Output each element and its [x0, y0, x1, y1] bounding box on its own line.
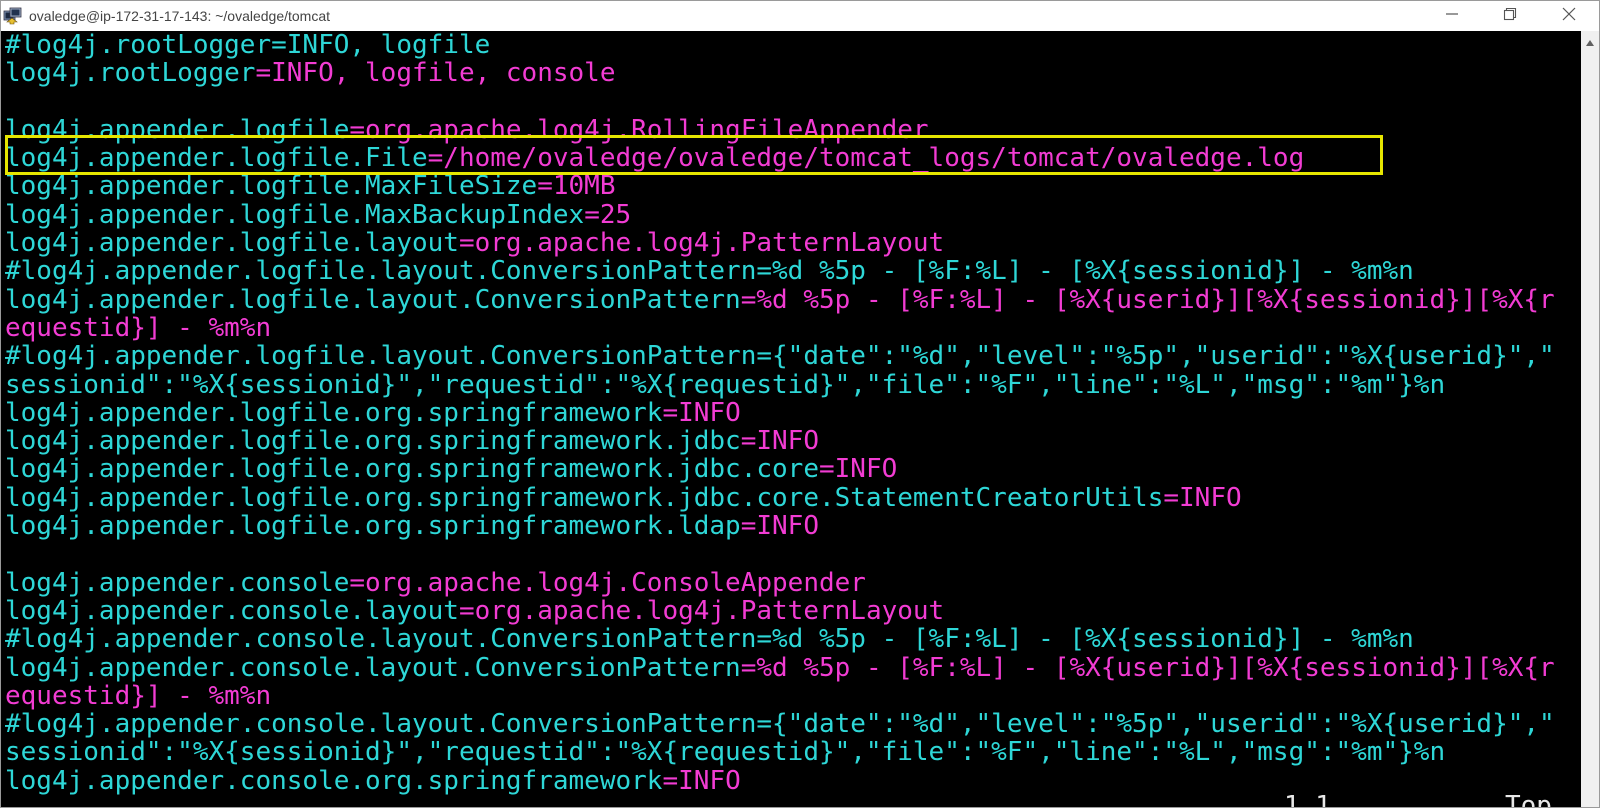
config-key: log4j.appender.console.layout.Conversion…	[5, 652, 741, 683]
config-value: =INFO	[1163, 482, 1242, 513]
close-button[interactable]	[1546, 1, 1592, 31]
app-icon	[3, 7, 23, 25]
config-key: log4j.appender.logfile.layout	[5, 228, 459, 259]
config-key: #log4j.appender.logfile.layout.Conversio…	[5, 341, 1555, 372]
config-key: #log4j.appender.logfile.layout.Conversio…	[5, 256, 1414, 287]
config-value: =10MB	[537, 171, 616, 202]
config-key: log4j.appender.console.org.springframewo…	[5, 765, 663, 796]
config-key: sessionid":"%X{sessionid}","requestid":"…	[5, 737, 1446, 768]
config-value: =org.apache.log4j.ConsoleAppender	[349, 567, 866, 598]
config-line: log4j.appender.logfile.org.springframewo…	[5, 512, 1555, 540]
config-value: =INFO	[740, 426, 819, 457]
file-text: #log4j.rootLogger=INFO, logfile log4j.roo…	[5, 31, 1555, 795]
config-value: =org.apache.log4j.PatternLayout	[458, 228, 945, 259]
scroll-position: Top	[1505, 791, 1552, 808]
config-key: log4j.appender.logfile.org.springframewo…	[5, 426, 741, 457]
config-key: log4j.appender.logfile.File	[5, 143, 428, 174]
config-line: log4j.appender.console.layout=org.apache…	[5, 597, 1555, 625]
config-line: #log4j.appender.console.layout.Conversio…	[5, 710, 1555, 738]
config-key: #log4j.rootLogger=INFO, logfile	[5, 31, 491, 60]
highlighted-config-line: log4j.appender.logfile.File=/home/ovaled…	[5, 144, 1555, 172]
maximize-icon	[1503, 7, 1517, 26]
config-value: =org.apache.log4j.PatternLayout	[458, 595, 945, 626]
config-key: log4j.appender.logfile.org.springframewo…	[5, 397, 663, 428]
window-title: ovaledge@ip-172-31-17-143: ~/ovaledge/to…	[29, 8, 331, 24]
config-line: log4j.appender.console.layout.Conversion…	[5, 652, 1555, 683]
config-value: =org.apache.log4j.RollingFileAppender	[349, 114, 929, 145]
config-value: =INFO	[818, 454, 898, 485]
config-line: equestid}] - %m%n	[5, 682, 1555, 710]
config-line: log4j.appender.logfile=org.apache.log4j.…	[5, 116, 1555, 144]
vertical-scrollbar[interactable]	[1581, 31, 1599, 807]
config-value: equestid}] - %m%n	[5, 312, 272, 343]
config-line: log4j.appender.logfile.MaxBackupIndex=25	[5, 201, 1555, 229]
config-line: equestid}] - %m%n	[5, 314, 1555, 342]
close-icon	[1562, 7, 1576, 26]
terminal-window: ovaledge@ip-172-31-17-143: ~/ovaledge/to…	[0, 0, 1600, 808]
config-key: log4j.appender.logfile.org.springframewo…	[5, 511, 741, 542]
cursor-position: 1,1	[1284, 791, 1331, 808]
config-line: #log4j.appender.logfile.layout.Conversio…	[5, 257, 1555, 285]
minimize-button[interactable]	[1429, 1, 1475, 31]
config-line: sessionid":"%X{sessionid}","requestid":"…	[5, 369, 1555, 400]
config-line: #log4j.appender.console.layout.Conversio…	[5, 625, 1555, 653]
config-line: #log4j.rootLogger=INFO, logfile	[5, 31, 1555, 59]
config-value: =%d %5p - [%F:%L] - [%X{userid}][%X{sess…	[740, 284, 1555, 315]
config-key: #log4j.appender.console.layout.Conversio…	[5, 624, 1414, 655]
minimize-icon	[1445, 7, 1459, 26]
config-key: log4j.appender.logfile.org.springframewo…	[5, 454, 819, 485]
config-value: =%d %5p - [%F:%L] - [%X{userid}][%X{sess…	[740, 652, 1555, 683]
config-line: log4j.appender.logfile.layout=org.apache…	[5, 229, 1555, 257]
config-line	[5, 88, 1555, 116]
config-line: log4j.appender.logfile.org.springframewo…	[5, 427, 1555, 455]
scroll-up-arrow-icon	[1585, 34, 1595, 52]
config-line: log4j.appender.logfile.MaxFileSize=10MB	[5, 172, 1555, 200]
config-value: =25	[584, 199, 632, 230]
config-value: =INFO	[662, 765, 741, 796]
config-key: log4j.appender.logfile.layout.Conversion…	[5, 284, 741, 315]
config-key: log4j.appender.console	[5, 567, 350, 598]
config-line: sessionid":"%X{sessionid}","requestid":"…	[5, 738, 1555, 766]
config-key: log4j.appender.console.layout	[5, 595, 459, 626]
config-value: =INFO	[740, 511, 819, 542]
config-line: log4j.rootLogger=INFO, logfile, console	[5, 59, 1555, 87]
scroll-up-button[interactable]	[1581, 35, 1599, 51]
config-line: #log4j.appender.logfile.layout.Conversio…	[5, 342, 1555, 370]
config-line: log4j.appender.logfile.layout.Conversion…	[5, 286, 1555, 314]
config-key: log4j.appender.logfile.MaxBackupIndex	[5, 199, 585, 230]
config-value: =INFO, logfile, console	[255, 58, 616, 89]
config-key: log4j.rootLogger	[5, 58, 256, 89]
config-key: #log4j.appender.console.layout.Conversio…	[5, 709, 1555, 740]
config-line: log4j.appender.console=org.apache.log4j.…	[5, 567, 1555, 598]
config-key: log4j.appender.logfile.MaxFileSize	[5, 171, 538, 202]
config-key: log4j.appender.logfile.org.springframewo…	[5, 482, 1164, 513]
maximize-button[interactable]	[1487, 1, 1533, 31]
terminal-content[interactable]: #log4j.rootLogger=INFO, logfile log4j.roo…	[1, 31, 1581, 808]
config-value: =INFO	[662, 397, 741, 428]
config-key: sessionid":"%X{sessionid}","requestid":"…	[5, 369, 1446, 400]
title-bar[interactable]: ovaledge@ip-172-31-17-143: ~/ovaledge/to…	[1, 1, 1599, 31]
config-line: log4j.appender.logfile.org.springframewo…	[5, 455, 1555, 483]
config-value: equestid}] - %m%n	[5, 680, 272, 711]
config-key: log4j.appender.logfile	[5, 114, 350, 145]
config-line	[5, 540, 1555, 568]
config-value: =/home/ovaledge/ovaledge/tomcat_logs/tom…	[427, 143, 1305, 174]
config-line: log4j.appender.logfile.org.springframewo…	[5, 399, 1555, 427]
config-line: log4j.appender.logfile.org.springframewo…	[5, 484, 1555, 512]
